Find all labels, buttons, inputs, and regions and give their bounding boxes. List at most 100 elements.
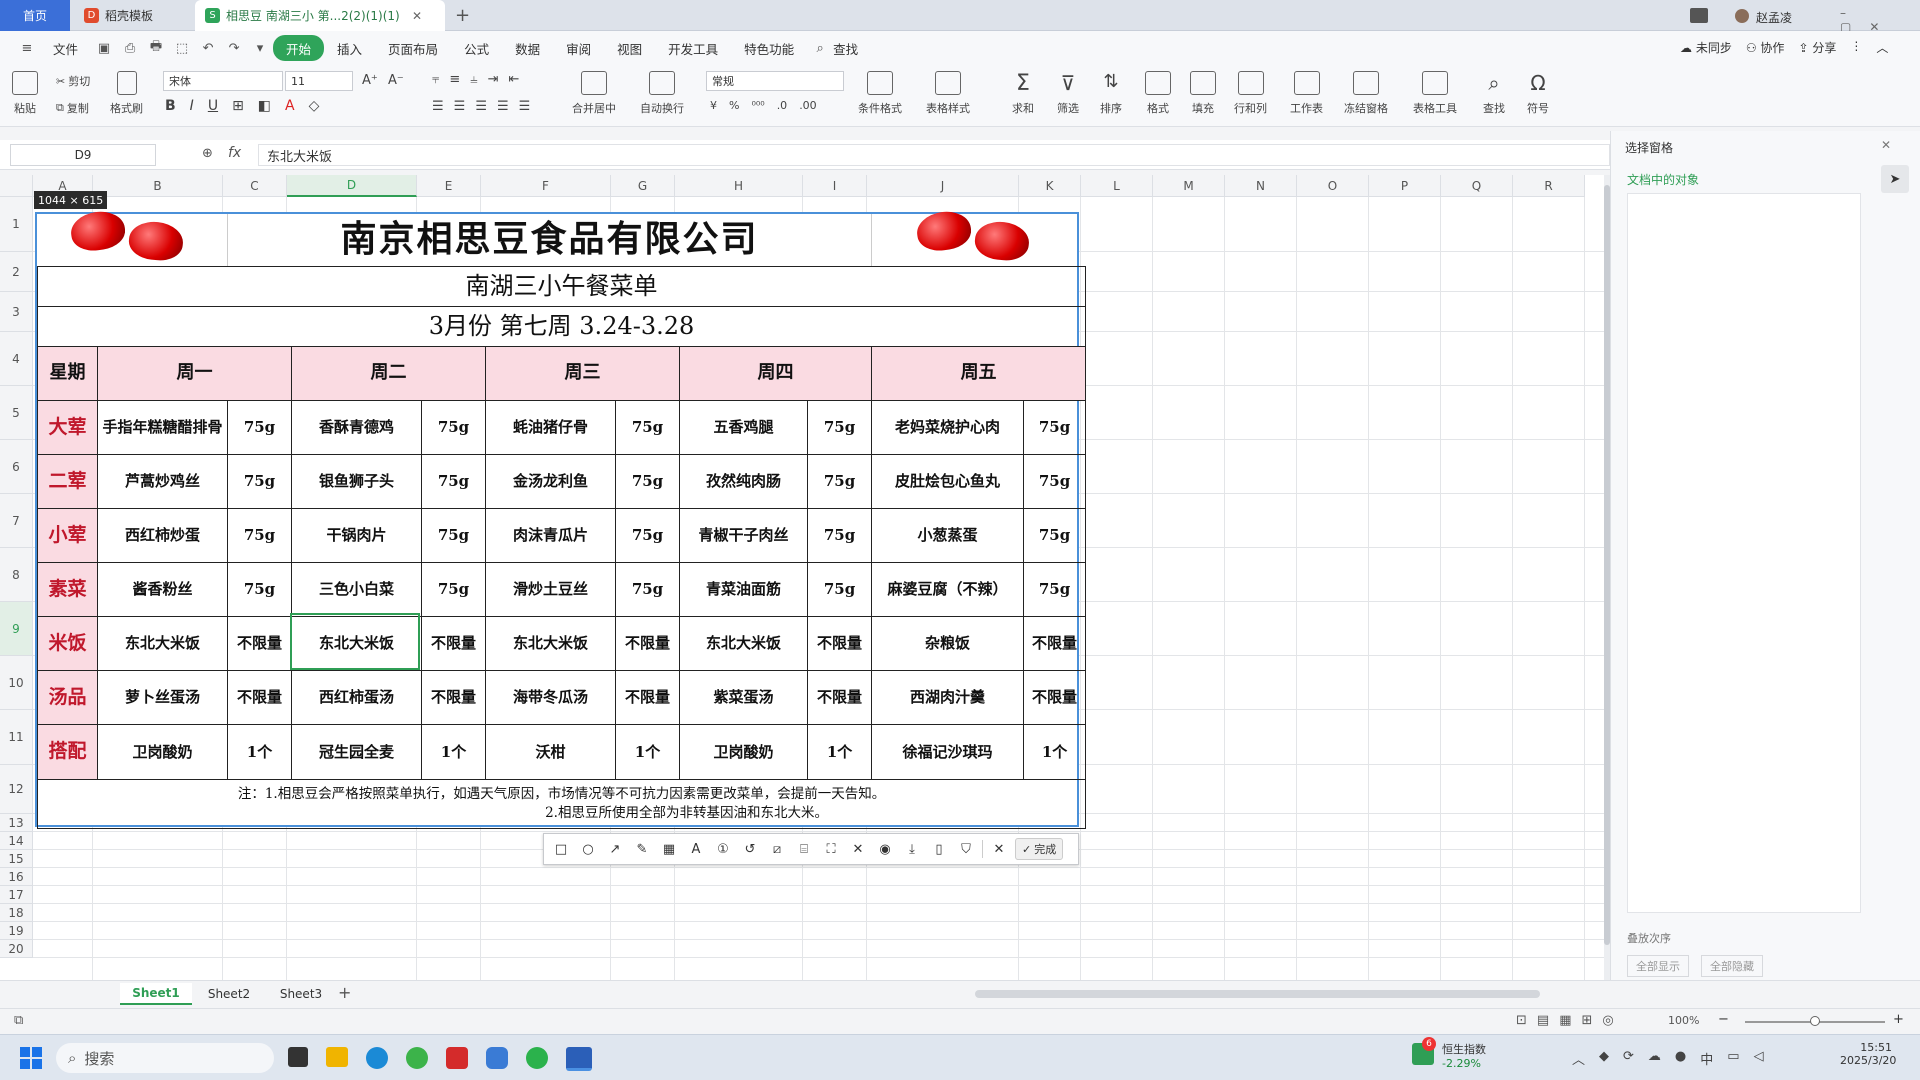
zoom-formula-icon[interactable]: ⊕ xyxy=(202,146,213,161)
text-icon[interactable]: A xyxy=(685,838,707,860)
table-style-button[interactable]: 表格样式 xyxy=(926,71,970,116)
download-icon[interactable]: ⤓ xyxy=(901,838,923,860)
stock-widget-icon[interactable]: 6 xyxy=(1412,1037,1436,1065)
show-all-button[interactable]: 全部显示 xyxy=(1627,955,1689,977)
menu-file[interactable]: 文件 xyxy=(40,35,91,61)
save-icon[interactable]: ▣ xyxy=(96,40,112,56)
column-header[interactable]: G xyxy=(611,175,675,197)
menu-view[interactable]: 视图 xyxy=(604,35,655,61)
zoom-out-icon[interactable]: − xyxy=(1718,1012,1729,1027)
dec-decimal-icon[interactable]: .00 xyxy=(799,99,817,112)
volume-icon[interactable]: ◁ xyxy=(1754,1049,1764,1068)
align-middle-icon[interactable]: ≡ xyxy=(449,72,460,87)
column-header[interactable]: C xyxy=(223,175,287,197)
column-header[interactable]: O xyxy=(1297,175,1369,197)
pane-close-icon[interactable]: ✕ xyxy=(1881,138,1891,152)
align-bottom-icon[interactable]: ⫨ xyxy=(470,72,477,87)
sum-button[interactable]: Σ 求和 xyxy=(1012,71,1034,116)
redo-icon[interactable]: ↷ xyxy=(226,40,242,56)
column-header[interactable]: B xyxy=(93,175,223,197)
font-color-icon[interactable]: A xyxy=(285,98,295,114)
sync-button[interactable]: ☁ 未同步 xyxy=(1680,39,1732,56)
rectangle-icon[interactable]: □ xyxy=(550,838,572,860)
column-header[interactable]: F xyxy=(481,175,611,197)
row-header[interactable]: 2 xyxy=(0,252,33,292)
taskbar-search[interactable]: ⌕ 搜索 xyxy=(56,1043,274,1073)
row-header[interactable]: 7 xyxy=(0,494,33,548)
worksheet-button[interactable]: 工作表 xyxy=(1290,71,1323,116)
cancel-icon[interactable]: ✕ xyxy=(988,838,1010,860)
freeze-button[interactable]: 冻结窗格 xyxy=(1344,71,1388,116)
row-header[interactable]: 8 xyxy=(0,548,33,602)
export-icon[interactable]: ⬚ xyxy=(174,40,190,56)
row-header[interactable]: 5 xyxy=(0,386,33,440)
menu-find[interactable]: 查找 xyxy=(833,35,871,61)
column-header[interactable]: N xyxy=(1225,175,1297,197)
pin-icon[interactable]: ✕ xyxy=(847,838,869,860)
tab-document[interactable]: S 相思豆 南湖三小 第...2(2)(1)(1) ✕ xyxy=(195,0,445,31)
macro-icon[interactable]: ⧉ xyxy=(14,1013,23,1028)
windows-start-icon[interactable] xyxy=(20,1047,42,1069)
pointer-tool-icon[interactable]: ➤ xyxy=(1881,165,1909,193)
row-header[interactable]: 16 xyxy=(0,868,33,886)
layout-icon[interactable] xyxy=(1690,8,1708,23)
underline-icon[interactable]: U xyxy=(208,98,218,114)
row-header[interactable]: 18 xyxy=(0,904,33,922)
fx-icon[interactable]: fx xyxy=(228,145,241,161)
phone-icon[interactable]: ▯ xyxy=(928,838,950,860)
tray-wechat-icon[interactable]: ● xyxy=(1675,1049,1686,1068)
record-icon[interactable]: ◉ xyxy=(874,838,896,860)
browser-icon[interactable] xyxy=(406,1047,428,1069)
wrap-button[interactable]: 自动换行 xyxy=(640,71,684,116)
formula-input[interactable]: 东北大米饭 xyxy=(258,144,1610,166)
font-grow-icon[interactable]: A⁺ xyxy=(362,73,378,88)
align-right-icon[interactable]: ☰ xyxy=(475,99,487,114)
arrow-icon[interactable]: ↗ xyxy=(604,838,626,860)
paste-button[interactable]: 粘贴 xyxy=(12,71,38,116)
undo-icon[interactable]: ↶ xyxy=(200,40,216,56)
italic-icon[interactable]: I xyxy=(190,98,194,114)
wps-icon[interactable] xyxy=(566,1047,592,1071)
horizontal-scrollbar[interactable] xyxy=(975,990,1540,998)
sheet-tab-3[interactable]: Sheet3 xyxy=(266,983,336,1005)
fill-color-icon[interactable]: ◧ xyxy=(258,98,271,114)
format-button[interactable]: 格式 xyxy=(1145,71,1171,116)
column-header[interactable]: I xyxy=(803,175,867,197)
column-header[interactable]: L xyxy=(1081,175,1153,197)
tab-template[interactable]: D 稻壳模板 xyxy=(74,0,192,31)
menu-insert[interactable]: 插入 xyxy=(324,35,375,61)
break-view-icon[interactable]: ⊞ xyxy=(1582,1013,1593,1028)
menu-special[interactable]: 特色功能 xyxy=(731,35,807,61)
network-icon[interactable]: ▭ xyxy=(1727,1049,1739,1068)
font-name-select[interactable]: 宋体 xyxy=(163,71,283,91)
tray-cloud-icon[interactable]: ☁ xyxy=(1648,1049,1661,1068)
tray-app-icon[interactable]: ◆ xyxy=(1599,1049,1609,1068)
distribute-icon[interactable]: ☰ xyxy=(519,99,531,114)
clear-icon[interactable]: ◇ xyxy=(309,98,320,114)
ocr-icon[interactable]: ⌸ xyxy=(793,838,815,860)
done-button[interactable]: ✓ 完成 xyxy=(1015,838,1064,860)
row-header[interactable]: 1 xyxy=(0,197,33,252)
merge-button[interactable]: 合并居中 xyxy=(572,71,616,116)
number-icon[interactable]: ① xyxy=(712,838,734,860)
crop-icon[interactable]: ⧄ xyxy=(766,838,788,860)
column-header[interactable]: K xyxy=(1019,175,1081,197)
row-header[interactable]: 12 xyxy=(0,765,33,814)
normal-view-icon[interactable]: ⊡ xyxy=(1516,1013,1527,1028)
row-header[interactable]: 10 xyxy=(0,656,33,710)
view-mode-icons[interactable]: ⊡ ▤ ▦ ⊞ ◎ xyxy=(1516,1013,1614,1028)
pen-icon[interactable]: ✎ xyxy=(631,838,653,860)
row-header[interactable]: 4 xyxy=(0,332,33,386)
close-icon[interactable]: ✕ xyxy=(412,9,422,23)
align-top-icon[interactable]: ⫧ xyxy=(432,72,439,87)
symbol-button[interactable]: Ω 符号 xyxy=(1527,71,1549,116)
column-header[interactable]: M xyxy=(1153,175,1225,197)
print-preview-icon[interactable]: ⎙ xyxy=(122,40,138,56)
eye-icon[interactable]: ◎ xyxy=(1602,1013,1613,1028)
file-explorer-icon[interactable] xyxy=(326,1047,348,1067)
zoom-slider-thumb[interactable] xyxy=(1810,1016,1820,1026)
dropdown-icon[interactable]: ▾ xyxy=(252,40,268,56)
row-header[interactable]: 9 xyxy=(0,602,33,656)
menu-data[interactable]: 数据 xyxy=(502,35,553,61)
user-name[interactable]: 赵孟凌 xyxy=(1756,9,1792,26)
